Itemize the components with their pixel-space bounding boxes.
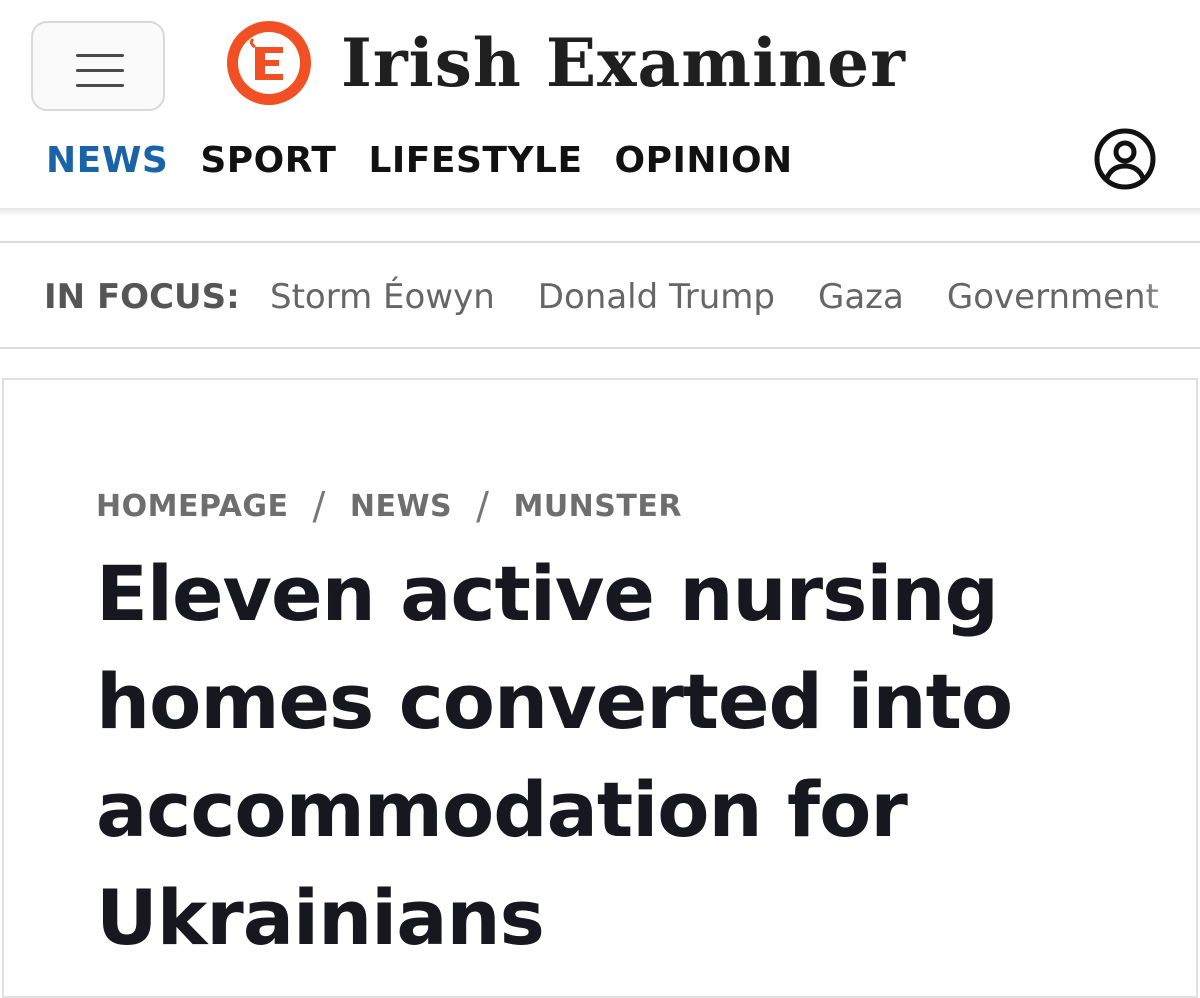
hamburger-menu-icon-bar [76, 84, 124, 87]
focus-topic-government[interactable]: Government [947, 277, 1159, 317]
in-focus-label: IN FOCUS: [44, 277, 240, 317]
header-shadow [0, 208, 1200, 216]
focus-topic-gaza[interactable]: Gaza [818, 277, 904, 317]
brand-name: Irish Examiner [341, 24, 906, 102]
scroll-fade [1140, 243, 1200, 347]
breadcrumb-separator: / [476, 484, 490, 528]
breadcrumb-separator: / [312, 484, 326, 528]
breadcrumb: HOMEPAGE / NEWS / MUNSTER [96, 484, 682, 528]
breadcrumb-news[interactable]: NEWS [350, 489, 452, 524]
article-card: HOMEPAGE / NEWS / MUNSTER Eleven active … [2, 378, 1198, 998]
ie-monogram-logo-icon [227, 21, 311, 105]
in-focus-bar: IN FOCUS: Storm Éowyn Donald Trump Gaza … [0, 241, 1200, 349]
article-headline: Eleven active nursing homes converted in… [96, 549, 1013, 962]
nav-lifestyle[interactable]: LIFESTYLE [368, 140, 582, 181]
site-header: Irish Examiner NEWS SPORT LIFESTYLE OPIN… [0, 0, 1200, 210]
nav-news[interactable]: NEWS [46, 140, 168, 181]
nav-opinion[interactable]: OPINION [615, 140, 793, 181]
focus-topic-storm-eowyn[interactable]: Storm Éowyn [270, 277, 495, 317]
user-account-icon [1094, 128, 1156, 190]
nav-sport[interactable]: SPORT [200, 140, 336, 181]
breadcrumb-homepage[interactable]: HOMEPAGE [96, 489, 289, 524]
hamburger-menu-icon-bar [76, 69, 124, 72]
breadcrumb-munster[interactable]: MUNSTER [513, 489, 682, 524]
main-nav: NEWS SPORT LIFESTYLE OPINION [46, 140, 793, 181]
focus-topic-donald-trump[interactable]: Donald Trump [538, 277, 775, 317]
menu-button[interactable] [31, 21, 165, 111]
in-focus-topics: Storm Éowyn Donald Trump Gaza Government [270, 277, 1159, 317]
site-logo[interactable]: Irish Examiner [225, 18, 906, 108]
user-account-button[interactable] [1094, 128, 1156, 190]
hamburger-menu-icon [76, 54, 124, 57]
